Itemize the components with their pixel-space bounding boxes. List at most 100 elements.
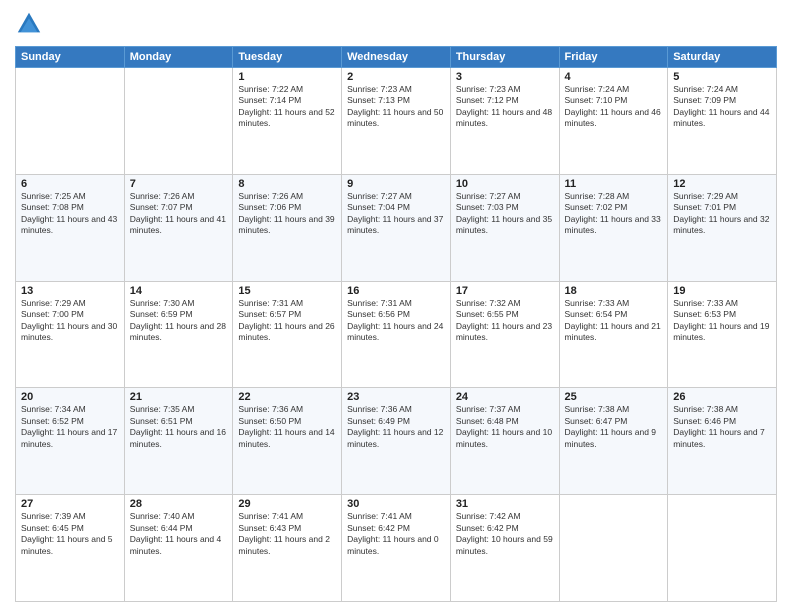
calendar-table: SundayMondayTuesdayWednesdayThursdayFrid… — [15, 46, 777, 602]
cell-info: Sunrise: 7:23 AMSunset: 7:13 PMDaylight:… — [347, 84, 445, 130]
calendar-cell: 21Sunrise: 7:35 AMSunset: 6:51 PMDayligh… — [124, 388, 233, 495]
day-number: 11 — [565, 178, 663, 190]
day-number: 13 — [21, 285, 119, 297]
calendar-cell: 16Sunrise: 7:31 AMSunset: 6:56 PMDayligh… — [342, 281, 451, 388]
calendar-cell: 31Sunrise: 7:42 AMSunset: 6:42 PMDayligh… — [450, 495, 559, 602]
calendar-cell: 18Sunrise: 7:33 AMSunset: 6:54 PMDayligh… — [559, 281, 668, 388]
day-number: 7 — [130, 178, 228, 190]
weekday-header-row: SundayMondayTuesdayWednesdayThursdayFrid… — [16, 47, 777, 68]
day-number: 17 — [456, 285, 554, 297]
cell-info: Sunrise: 7:26 AMSunset: 7:07 PMDaylight:… — [130, 191, 228, 237]
cell-info: Sunrise: 7:31 AMSunset: 6:57 PMDaylight:… — [238, 298, 336, 344]
day-number: 20 — [21, 391, 119, 403]
day-number: 6 — [21, 178, 119, 190]
page: SundayMondayTuesdayWednesdayThursdayFrid… — [0, 0, 792, 612]
weekday-header-monday: Monday — [124, 47, 233, 68]
weekday-header-thursday: Thursday — [450, 47, 559, 68]
day-number: 25 — [565, 391, 663, 403]
calendar-cell: 23Sunrise: 7:36 AMSunset: 6:49 PMDayligh… — [342, 388, 451, 495]
cell-info: Sunrise: 7:42 AMSunset: 6:42 PMDaylight:… — [456, 511, 554, 557]
cell-info: Sunrise: 7:33 AMSunset: 6:53 PMDaylight:… — [673, 298, 771, 344]
cell-info: Sunrise: 7:38 AMSunset: 6:47 PMDaylight:… — [565, 404, 663, 450]
cell-info: Sunrise: 7:28 AMSunset: 7:02 PMDaylight:… — [565, 191, 663, 237]
calendar-cell — [668, 495, 777, 602]
day-number: 4 — [565, 71, 663, 83]
calendar-cell: 1Sunrise: 7:22 AMSunset: 7:14 PMDaylight… — [233, 68, 342, 175]
calendar-cell: 24Sunrise: 7:37 AMSunset: 6:48 PMDayligh… — [450, 388, 559, 495]
calendar-cell: 4Sunrise: 7:24 AMSunset: 7:10 PMDaylight… — [559, 68, 668, 175]
cell-info: Sunrise: 7:22 AMSunset: 7:14 PMDaylight:… — [238, 84, 336, 130]
cell-info: Sunrise: 7:31 AMSunset: 6:56 PMDaylight:… — [347, 298, 445, 344]
calendar-cell: 14Sunrise: 7:30 AMSunset: 6:59 PMDayligh… — [124, 281, 233, 388]
calendar-cell: 8Sunrise: 7:26 AMSunset: 7:06 PMDaylight… — [233, 174, 342, 281]
weekday-header-wednesday: Wednesday — [342, 47, 451, 68]
logo — [15, 10, 47, 38]
day-number: 19 — [673, 285, 771, 297]
calendar-cell: 19Sunrise: 7:33 AMSunset: 6:53 PMDayligh… — [668, 281, 777, 388]
cell-info: Sunrise: 7:30 AMSunset: 6:59 PMDaylight:… — [130, 298, 228, 344]
calendar-cell: 9Sunrise: 7:27 AMSunset: 7:04 PMDaylight… — [342, 174, 451, 281]
calendar-cell: 28Sunrise: 7:40 AMSunset: 6:44 PMDayligh… — [124, 495, 233, 602]
cell-info: Sunrise: 7:32 AMSunset: 6:55 PMDaylight:… — [456, 298, 554, 344]
day-number: 1 — [238, 71, 336, 83]
day-number: 26 — [673, 391, 771, 403]
cell-info: Sunrise: 7:38 AMSunset: 6:46 PMDaylight:… — [673, 404, 771, 450]
calendar-cell: 25Sunrise: 7:38 AMSunset: 6:47 PMDayligh… — [559, 388, 668, 495]
cell-info: Sunrise: 7:36 AMSunset: 6:49 PMDaylight:… — [347, 404, 445, 450]
day-number: 2 — [347, 71, 445, 83]
calendar-row-3: 20Sunrise: 7:34 AMSunset: 6:52 PMDayligh… — [16, 388, 777, 495]
weekday-header-tuesday: Tuesday — [233, 47, 342, 68]
cell-info: Sunrise: 7:27 AMSunset: 7:04 PMDaylight:… — [347, 191, 445, 237]
calendar-row-0: 1Sunrise: 7:22 AMSunset: 7:14 PMDaylight… — [16, 68, 777, 175]
day-number: 12 — [673, 178, 771, 190]
cell-info: Sunrise: 7:33 AMSunset: 6:54 PMDaylight:… — [565, 298, 663, 344]
calendar-cell: 2Sunrise: 7:23 AMSunset: 7:13 PMDaylight… — [342, 68, 451, 175]
day-number: 10 — [456, 178, 554, 190]
calendar-cell: 11Sunrise: 7:28 AMSunset: 7:02 PMDayligh… — [559, 174, 668, 281]
day-number: 29 — [238, 498, 336, 510]
day-number: 24 — [456, 391, 554, 403]
calendar-cell: 5Sunrise: 7:24 AMSunset: 7:09 PMDaylight… — [668, 68, 777, 175]
day-number: 8 — [238, 178, 336, 190]
cell-info: Sunrise: 7:39 AMSunset: 6:45 PMDaylight:… — [21, 511, 119, 557]
calendar-row-1: 6Sunrise: 7:25 AMSunset: 7:08 PMDaylight… — [16, 174, 777, 281]
day-number: 27 — [21, 498, 119, 510]
calendar-cell: 7Sunrise: 7:26 AMSunset: 7:07 PMDaylight… — [124, 174, 233, 281]
cell-info: Sunrise: 7:29 AMSunset: 7:01 PMDaylight:… — [673, 191, 771, 237]
cell-info: Sunrise: 7:26 AMSunset: 7:06 PMDaylight:… — [238, 191, 336, 237]
cell-info: Sunrise: 7:36 AMSunset: 6:50 PMDaylight:… — [238, 404, 336, 450]
day-number: 30 — [347, 498, 445, 510]
calendar-cell — [124, 68, 233, 175]
calendar-cell: 30Sunrise: 7:41 AMSunset: 6:42 PMDayligh… — [342, 495, 451, 602]
calendar-row-2: 13Sunrise: 7:29 AMSunset: 7:00 PMDayligh… — [16, 281, 777, 388]
cell-info: Sunrise: 7:35 AMSunset: 6:51 PMDaylight:… — [130, 404, 228, 450]
cell-info: Sunrise: 7:24 AMSunset: 7:09 PMDaylight:… — [673, 84, 771, 130]
cell-info: Sunrise: 7:24 AMSunset: 7:10 PMDaylight:… — [565, 84, 663, 130]
day-number: 31 — [456, 498, 554, 510]
calendar-cell: 10Sunrise: 7:27 AMSunset: 7:03 PMDayligh… — [450, 174, 559, 281]
weekday-header-sunday: Sunday — [16, 47, 125, 68]
calendar-cell: 13Sunrise: 7:29 AMSunset: 7:00 PMDayligh… — [16, 281, 125, 388]
day-number: 14 — [130, 285, 228, 297]
calendar-cell: 12Sunrise: 7:29 AMSunset: 7:01 PMDayligh… — [668, 174, 777, 281]
calendar-cell: 3Sunrise: 7:23 AMSunset: 7:12 PMDaylight… — [450, 68, 559, 175]
logo-icon — [15, 10, 43, 38]
day-number: 21 — [130, 391, 228, 403]
header — [15, 10, 777, 38]
cell-info: Sunrise: 7:34 AMSunset: 6:52 PMDaylight:… — [21, 404, 119, 450]
day-number: 15 — [238, 285, 336, 297]
calendar-cell — [16, 68, 125, 175]
cell-info: Sunrise: 7:23 AMSunset: 7:12 PMDaylight:… — [456, 84, 554, 130]
weekday-header-friday: Friday — [559, 47, 668, 68]
calendar-cell: 22Sunrise: 7:36 AMSunset: 6:50 PMDayligh… — [233, 388, 342, 495]
cell-info: Sunrise: 7:41 AMSunset: 6:43 PMDaylight:… — [238, 511, 336, 557]
cell-info: Sunrise: 7:41 AMSunset: 6:42 PMDaylight:… — [347, 511, 445, 557]
weekday-header-saturday: Saturday — [668, 47, 777, 68]
day-number: 5 — [673, 71, 771, 83]
cell-info: Sunrise: 7:27 AMSunset: 7:03 PMDaylight:… — [456, 191, 554, 237]
day-number: 23 — [347, 391, 445, 403]
cell-info: Sunrise: 7:25 AMSunset: 7:08 PMDaylight:… — [21, 191, 119, 237]
calendar-cell: 27Sunrise: 7:39 AMSunset: 6:45 PMDayligh… — [16, 495, 125, 602]
day-number: 16 — [347, 285, 445, 297]
cell-info: Sunrise: 7:29 AMSunset: 7:00 PMDaylight:… — [21, 298, 119, 344]
